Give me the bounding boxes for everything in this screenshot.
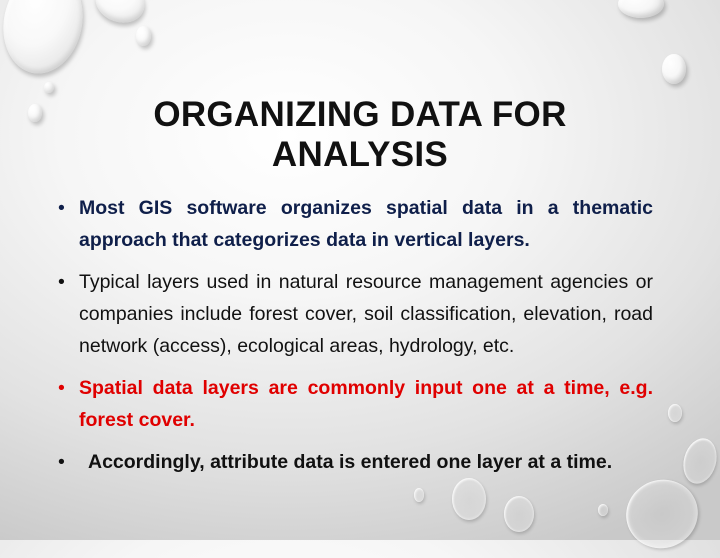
bullet-icon: •: [58, 271, 65, 293]
bullet-text: Most GIS software organizes spatial data…: [79, 197, 653, 251]
water-droplet-decoration: [668, 404, 682, 422]
water-droplet-decoration: [136, 26, 151, 46]
bullet-icon: •: [58, 197, 65, 219]
water-droplet-decoration: [414, 488, 424, 502]
water-droplet-decoration: [89, 0, 151, 30]
bullet-item: • Accordingly, attribute data is entered…: [58, 446, 653, 478]
water-droplet-decoration: [0, 0, 92, 81]
bullet-text: Typical layers used in natural resource …: [79, 271, 653, 357]
water-droplet-decoration: [618, 0, 664, 18]
bullet-item: • Most GIS software organizes spatial da…: [58, 192, 653, 256]
water-droplet-decoration: [678, 434, 720, 488]
bullet-list: • Most GIS software organizes spatial da…: [58, 192, 653, 488]
bullet-text: Spatial data layers are commonly input o…: [79, 377, 653, 431]
water-droplet-decoration: [28, 104, 42, 122]
bullet-text: Accordingly, attribute data is entered o…: [88, 451, 613, 473]
water-droplet-decoration: [504, 496, 534, 532]
bullet-icon: •: [58, 377, 65, 399]
slide-title: ORGANIZING DATA FOR ANALYSIS: [153, 95, 567, 175]
water-droplet-decoration: [44, 82, 54, 93]
bullet-icon: •: [58, 451, 65, 473]
water-droplet-decoration: [662, 54, 686, 84]
bullet-item: • Typical layers used in natural resourc…: [58, 266, 653, 362]
bullet-item: • Spatial data layers are commonly input…: [58, 372, 653, 436]
water-droplet-decoration: [598, 504, 608, 516]
